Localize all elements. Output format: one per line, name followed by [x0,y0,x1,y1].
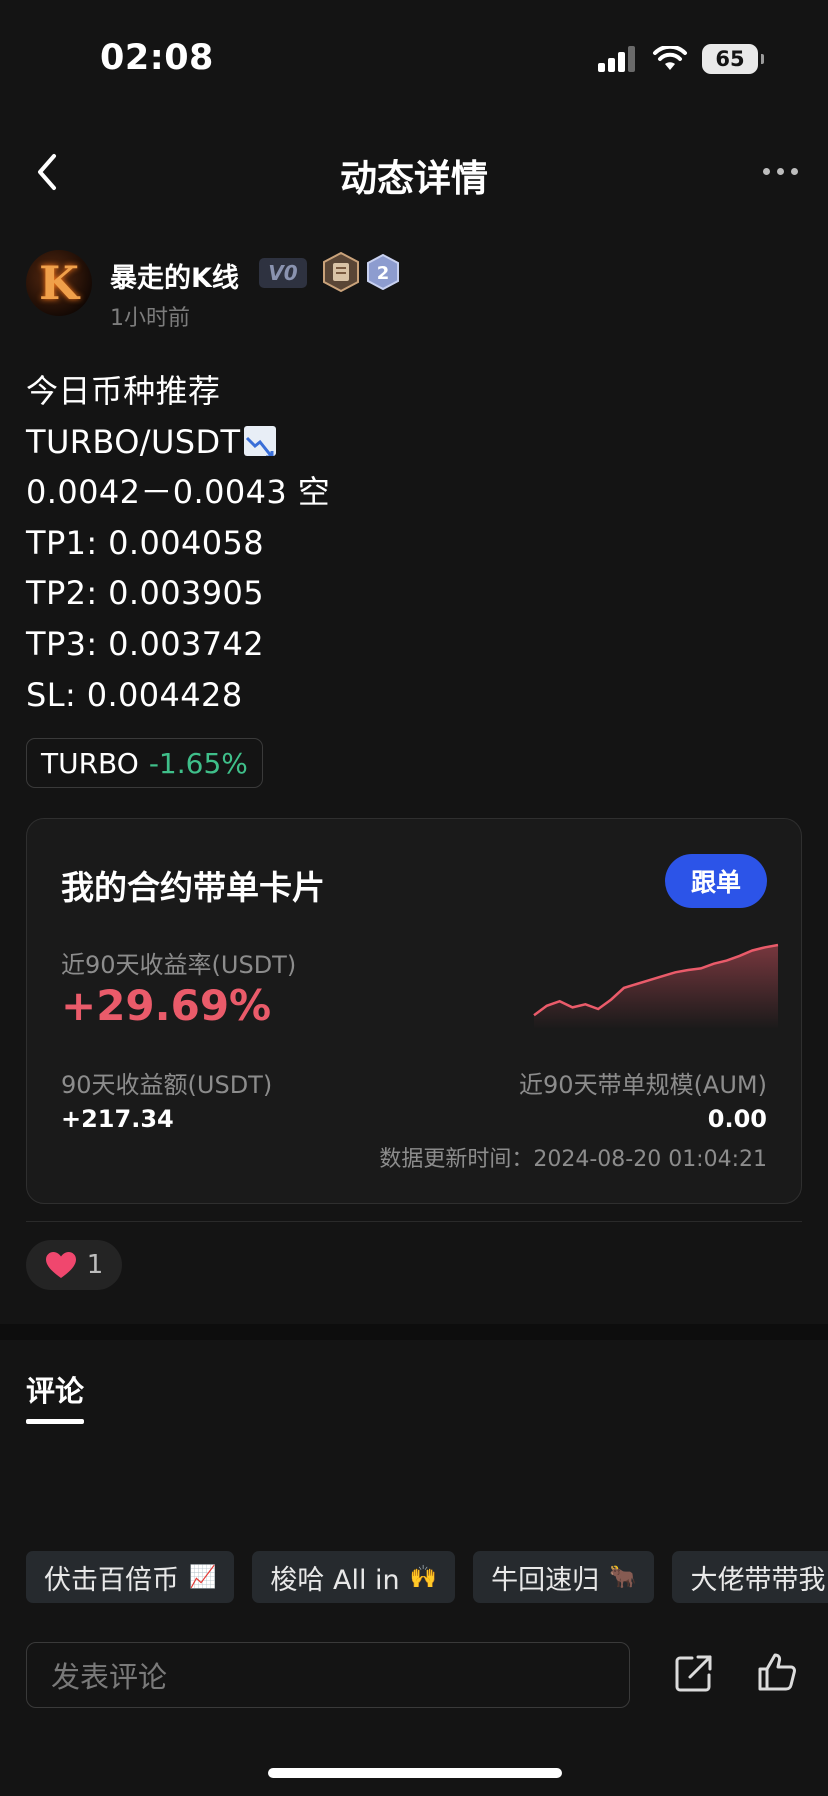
aum-value: 0.00 [707,1105,767,1133]
chip-label: 梭哈 All in [270,1564,400,1596]
like-count: 1 [86,1250,104,1280]
page-title: 动态详情 [340,157,488,200]
chip-label: 牛回速归 [491,1564,600,1596]
scroll-medal-icon [323,252,359,292]
chip-label: 伏击百倍币 [44,1564,179,1596]
tier-medal-icon: 2 [367,254,399,290]
ox-icon: 🐂 [609,1564,637,1590]
post-line: SL: 0.004428 [26,675,243,714]
medal-level: 2 [377,263,390,284]
battery-icon: 65 [702,44,764,74]
post-line: 0.0042－0.0043 空 [26,473,331,512]
coin-symbol: TURBO [41,746,139,780]
post-line: TP1: 0.004058 [26,523,265,562]
profit-sparkline [533,943,779,1029]
avatar-logo-letter: K [39,256,79,310]
status-icons: 65 [598,44,764,74]
post-time: 1小时前 [110,306,190,331]
quick-chip[interactable]: 梭哈 All in 🙌 [252,1551,456,1603]
wifi-icon [653,46,687,70]
tab-active-indicator [26,1419,84,1424]
coin-change: -1.65% [148,746,248,780]
roi-value: +29.69% [61,981,272,1030]
quick-comment-chips: 伏击百倍币 📈 梭哈 All in 🙌 牛回速归 🐂 大佬带带我 [26,1551,828,1603]
card-title: 我的合约带单卡片 [61,868,325,907]
aum-label: 近90天带单规模(AUM) [519,1071,767,1099]
post-line: 今日币种推荐 [26,372,221,410]
roi-label: 近90天收益率(USDT) [61,951,297,979]
quick-chip[interactable]: 伏击百倍币 📈 [26,1551,235,1603]
post-content: 今日币种推荐 TURBO/USDT 0.0042－0.0043 空 TP1: 0… [26,366,330,720]
comment-placeholder: 发表评论 [51,1660,168,1694]
share-icon[interactable] [674,1653,714,1693]
update-time: 数据更新时间：2024-08-20 01:04:21 [379,1147,767,1172]
chip-label: 大佬带带我 [690,1564,826,1596]
quick-chip[interactable]: 大佬带带我 [672,1551,828,1603]
home-indicator[interactable] [268,1768,562,1778]
divider [26,1221,802,1222]
author-avatar[interactable]: K [26,250,92,316]
post-line: TP2: 0.003905 [26,574,265,613]
post-line-text: TURBO/USDT [26,422,241,461]
author-name[interactable]: 暴走的K线 [110,256,239,295]
thumbs-up-icon[interactable] [756,1651,798,1693]
heart-icon [45,1252,76,1278]
post-line-pair: TURBO/USDT [26,417,330,468]
follow-button[interactable]: 跟单 [665,854,767,908]
raising-hands-icon: 🙌 [409,1564,438,1590]
signal-icon [598,46,635,72]
chart-decreasing-icon [244,425,277,456]
status-time: 02:08 [100,38,214,78]
section-separator [0,1324,828,1340]
profit-label: 90天收益额(USDT) [61,1071,273,1099]
profit-value: +217.34 [61,1105,174,1133]
level-badge: V0 [259,258,307,288]
battery-level: 65 [715,47,745,71]
coin-tag[interactable]: TURBO -1.65% [26,738,263,788]
quick-chip[interactable]: 牛回速归 🐂 [473,1551,655,1603]
copy-trade-card[interactable]: 我的合约带单卡片 跟单 近90天收益率(USDT) +29.69% 90天收益额… [26,818,802,1204]
post-line: TP3: 0.003742 [26,624,265,663]
tab-comments[interactable]: 评论 [26,1368,84,1410]
comment-input[interactable]: 发表评论 [26,1642,630,1708]
more-options-icon[interactable] [763,168,798,175]
chart-increasing-icon: 📈 [189,1564,217,1590]
sparkline-area [534,945,778,1029]
like-reaction[interactable]: 1 [26,1240,122,1290]
